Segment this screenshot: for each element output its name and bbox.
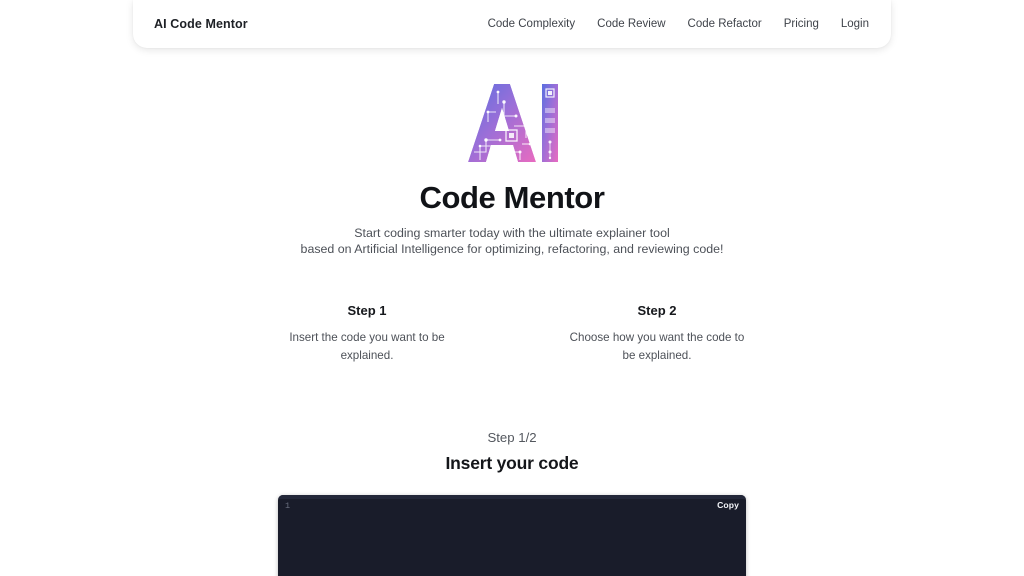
nav-link-code-complexity[interactable]: Code Complexity	[488, 18, 576, 30]
step-2-title: Step 2	[637, 303, 677, 318]
step-1-title: Step 1	[347, 303, 387, 318]
step-card-2: Step 2 Choose how you want the code to b…	[563, 303, 751, 364]
copy-button[interactable]: Copy	[717, 500, 739, 510]
step-counter: Step 1/2	[487, 430, 537, 445]
hero-logo-wrap	[0, 82, 1024, 164]
step-1-description: Insert the code you want to be explained…	[289, 331, 445, 362]
nav-link-pricing[interactable]: Pricing	[784, 18, 819, 30]
nav-link-code-review[interactable]: Code Review	[597, 18, 665, 30]
nav-link-login[interactable]: Login	[841, 18, 869, 30]
step-card-1: Step 1 Insert the code you want to be ex…	[273, 303, 461, 364]
top-navbar: AI Code Mentor Code Complexity Code Revi…	[133, 0, 891, 48]
code-input[interactable]	[300, 500, 738, 576]
hero-subtitle: Start coding smarter today with the ulti…	[0, 225, 1024, 258]
brand-logo-text[interactable]: AI Code Mentor	[154, 17, 248, 31]
app-root: AI Code Mentor Code Complexity Code Revi…	[0, 0, 1024, 576]
editor-line-numbers: 1	[285, 501, 291, 511]
step-progress-section: Step 1/2 Insert your code	[0, 430, 1024, 474]
hero-subtitle-line1: Start coding smarter today with the ulti…	[354, 225, 670, 240]
step-2-description: Choose how you want the code to be expla…	[569, 331, 745, 362]
hero-section: Code Mentor Start coding smarter today w…	[0, 48, 1024, 258]
step-heading: Insert your code	[445, 452, 579, 473]
steps-section: Step 1 Insert the code you want to be ex…	[0, 303, 1024, 364]
hero-subtitle-line2: based on Artificial Intelligence for opt…	[300, 242, 724, 257]
page-title: Code Mentor	[419, 180, 605, 215]
nav-links: Code Complexity Code Review Code Refacto…	[488, 18, 869, 30]
code-editor[interactable]: 1 Copy	[278, 495, 746, 576]
nav-link-code-refactor[interactable]: Code Refactor	[688, 18, 762, 30]
editor-top-strip	[278, 495, 746, 499]
ai-circuit-logo-icon	[468, 84, 558, 162]
